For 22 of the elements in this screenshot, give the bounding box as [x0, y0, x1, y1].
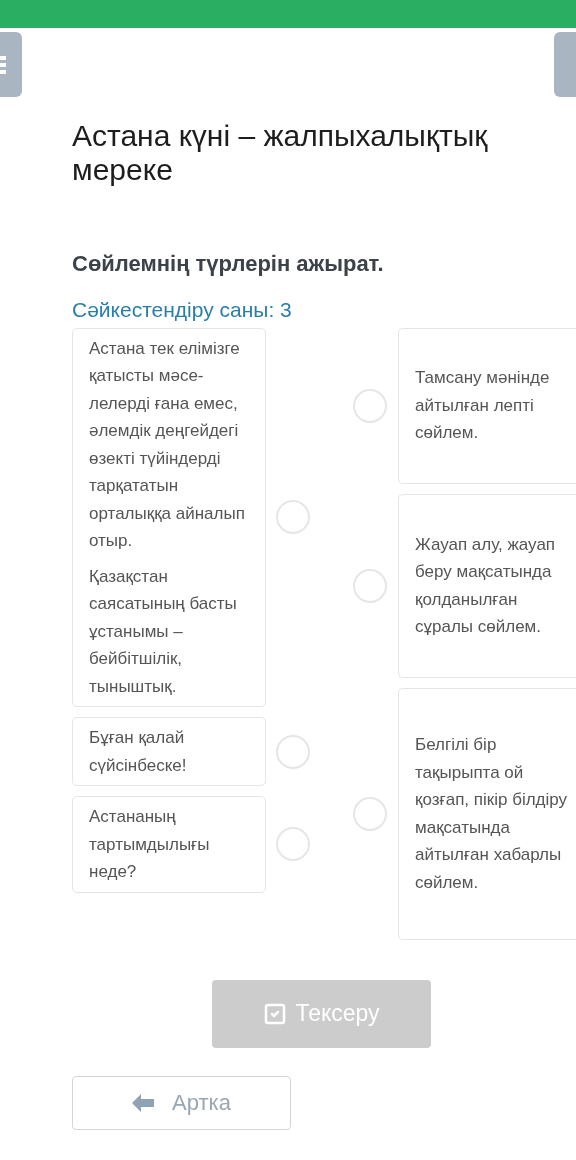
- sentence-text: Бұған қалай сүйсінбеске!: [89, 727, 188, 777]
- radio-button[interactable]: [353, 388, 387, 423]
- check-icon: [263, 1001, 288, 1026]
- match-count: Сәйкестендіру саны: 3: [72, 297, 293, 323]
- radio-button[interactable]: [276, 500, 310, 535]
- radio-button[interactable]: [276, 827, 310, 862]
- sentence-text: Қазақстан саясатының басты ұстанымы – бейбітшілік, тыныштық.: [89, 565, 238, 698]
- sentence-type-text: Белгілі бір тақырыпта ой қозғап, пікір білдіру мақсатында айтылған хабарлы сөйлем.: [415, 734, 569, 894]
- menu-icon: [0, 53, 6, 76]
- instruction-text: Сөйлемнің түрлерін ажырат.: [72, 250, 385, 278]
- sentence-type-text: Тамсану мәнінде айтылған лепті сөйлем.: [415, 367, 551, 445]
- back-button[interactable]: Артка: [72, 1075, 291, 1130]
- arrow-left-icon: [132, 1093, 155, 1112]
- sentence-type-text: Жауап алу, жауап беру мақсатында қолданылған сұралы сөйлем.: [415, 533, 557, 638]
- sentence-text: Астананың тартымдылығы неде?: [89, 806, 211, 883]
- radio-button[interactable]: [353, 796, 387, 831]
- side-button[interactable]: [554, 32, 576, 97]
- radio-button[interactable]: [353, 568, 387, 603]
- page-title: Астана күні – жалпыхалықтық мереке: [72, 119, 489, 187]
- radio-button[interactable]: [276, 734, 310, 769]
- menu-button[interactable]: [0, 32, 22, 97]
- sentence-text: Астана тек елімізге қатысты мәсе-лелерді ғана емес, әлемдік деңгейдегі өзекті түйіндерді тарқататын орталыққа айналып отыр.: [89, 337, 246, 552]
